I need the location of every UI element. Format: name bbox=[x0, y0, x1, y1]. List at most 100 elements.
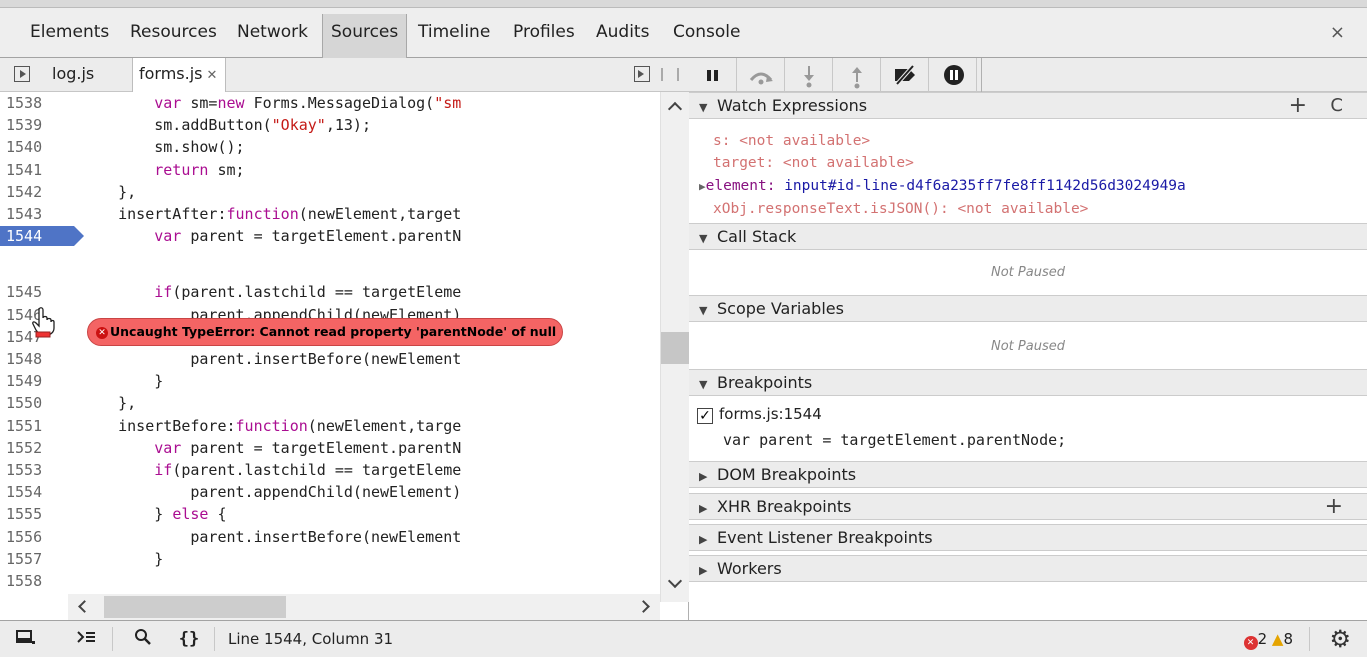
code-text: }, bbox=[82, 181, 136, 203]
scroll-up-icon[interactable] bbox=[667, 101, 683, 117]
line-number[interactable]: 1542 bbox=[6, 181, 68, 203]
expand-triangle-icon: ▶ bbox=[699, 533, 708, 546]
editor-vertical-scrollbar[interactable] bbox=[660, 92, 689, 602]
tab-audits[interactable]: Audits bbox=[596, 22, 649, 42]
line-number[interactable]: 1557 bbox=[6, 548, 68, 570]
breakpoint-checkbox[interactable]: ✓ bbox=[697, 408, 713, 424]
search-icon[interactable] bbox=[130, 627, 156, 651]
add-watch-button[interactable]: + bbox=[1289, 93, 1307, 118]
code-text: sm.show(); bbox=[82, 136, 244, 158]
code-token: { bbox=[208, 505, 227, 524]
error-count: 2 bbox=[1257, 630, 1268, 648]
xhr-breakpoints-header[interactable]: ▶ XHR Breakpoints + bbox=[689, 493, 1367, 520]
code-editor[interactable]: 1538 var sm=new Forms.MessageDialog("sm 1… bbox=[0, 92, 660, 602]
watch-value: <not available> bbox=[782, 155, 914, 171]
line-number[interactable]: 1549 bbox=[6, 370, 68, 392]
line-number[interactable]: 1545 bbox=[6, 281, 68, 303]
line-number[interactable]: 1540 bbox=[6, 136, 68, 158]
breakpoints-header[interactable]: ▼ Breakpoints bbox=[689, 369, 1367, 396]
tab-sources[interactable]: Sources bbox=[322, 14, 408, 58]
line-number[interactable]: 1552 bbox=[6, 437, 68, 459]
line-number[interactable]: 1551 bbox=[6, 415, 68, 437]
window-top-strip bbox=[0, 0, 1367, 8]
line-number[interactable]: 1558 bbox=[6, 570, 68, 592]
code-text: if(parent.lastchild == targetEleme bbox=[82, 459, 461, 481]
scroll-left-icon[interactable] bbox=[78, 600, 91, 613]
line-number[interactable]: 1554 bbox=[6, 481, 68, 503]
watch-item[interactable]: s: <not available> bbox=[713, 130, 870, 152]
code-text: var parent = targetElement.parentN bbox=[82, 437, 461, 459]
dom-breakpoints-header[interactable]: ▶ DOM Breakpoints bbox=[689, 461, 1367, 488]
line-number[interactable]: 1555 bbox=[6, 503, 68, 525]
code-text: parent.insertBefore(newElement bbox=[82, 348, 461, 370]
line-number[interactable]: 1538 bbox=[6, 92, 68, 114]
debugger-toggle-icon[interactable] bbox=[634, 66, 650, 82]
call-stack-header[interactable]: ▼ Call Stack bbox=[689, 223, 1367, 250]
line-number[interactable]: 1548 bbox=[6, 348, 68, 370]
tab-console[interactable]: Console bbox=[673, 22, 741, 42]
scroll-right-icon[interactable] bbox=[637, 600, 650, 613]
close-devtools-button[interactable]: × bbox=[1330, 22, 1345, 43]
expand-triangle-icon: ▶ bbox=[699, 564, 708, 577]
line-number[interactable]: 1543 bbox=[6, 203, 68, 225]
splitter-handle-icon[interactable] bbox=[661, 68, 679, 81]
line-number[interactable]: 1553 bbox=[6, 459, 68, 481]
gear-icon[interactable]: ⚙ bbox=[1329, 625, 1351, 653]
line-number[interactable]: 1539 bbox=[6, 114, 68, 136]
collapse-triangle-icon: ▼ bbox=[699, 304, 708, 317]
watch-expressions-header[interactable]: ▼ Watch Expressions + C bbox=[689, 92, 1367, 119]
watch-item[interactable]: ▶element: input#id-line-d4f6a235ff7fe8ff… bbox=[699, 175, 1186, 198]
vertical-scroll-thumb[interactable] bbox=[661, 332, 689, 364]
error-bubble: ✕ Uncaught TypeError: Cannot read propert… bbox=[87, 318, 564, 346]
watch-item[interactable]: xObj.responseText.isJSON(): <not availab… bbox=[713, 198, 1088, 220]
add-xhr-breakpoint-button[interactable]: + bbox=[1325, 494, 1343, 519]
code-token: parent.appendChild(newElement) bbox=[82, 483, 462, 502]
step-into-button[interactable] bbox=[785, 58, 833, 92]
code-token: ,13); bbox=[325, 116, 371, 135]
code-token: return bbox=[154, 160, 209, 179]
pretty-print-icon[interactable]: {} bbox=[176, 627, 202, 651]
line-number[interactable]: 1556 bbox=[6, 526, 68, 548]
console-drawer-icon[interactable] bbox=[74, 627, 100, 651]
watch-name: target bbox=[713, 155, 766, 171]
watch-name: element bbox=[705, 178, 767, 194]
tab-timeline[interactable]: Timeline bbox=[418, 22, 490, 42]
file-tab-log[interactable]: log.js bbox=[52, 64, 94, 83]
deactivate-breakpoints-button[interactable] bbox=[881, 58, 929, 92]
workers-header[interactable]: ▶ Workers bbox=[689, 555, 1367, 582]
scope-variables-header[interactable]: ▼ Scope Variables bbox=[689, 295, 1367, 322]
refresh-watch-button[interactable]: C bbox=[1330, 93, 1343, 118]
line-number[interactable]: 1541 bbox=[6, 159, 68, 181]
scroll-down-icon[interactable] bbox=[667, 573, 683, 589]
status-divider bbox=[112, 627, 113, 651]
expand-triangle-icon[interactable]: ▶ bbox=[699, 180, 706, 193]
close-tab-icon[interactable]: ✕ bbox=[207, 68, 218, 83]
file-tab-forms[interactable]: forms.js ✕ bbox=[132, 58, 227, 92]
error-warning-counter[interactable]: ✕ 2 ▲8 bbox=[1243, 630, 1293, 650]
line-number[interactable]: 1544 bbox=[6, 225, 68, 247]
tab-network[interactable]: Network bbox=[237, 22, 308, 42]
code-text: return sm; bbox=[82, 159, 245, 181]
code-token: } bbox=[82, 505, 173, 524]
watch-item[interactable]: target: <not available> bbox=[713, 152, 914, 174]
editor-horizontal-scrollbar[interactable] bbox=[68, 594, 660, 620]
tab-resources[interactable]: Resources bbox=[130, 22, 217, 42]
code-text: } bbox=[82, 370, 163, 392]
step-out-button[interactable] bbox=[833, 58, 881, 92]
file-tab-forms-label: forms.js bbox=[139, 64, 203, 83]
pause-on-exceptions-button[interactable] bbox=[929, 58, 977, 92]
code-token: sm; bbox=[208, 160, 245, 179]
tab-elements[interactable]: Elements bbox=[30, 22, 109, 42]
code-line: 1548 parent.insertBefore(newElement bbox=[0, 348, 660, 370]
event-listener-breakpoints-header[interactable]: ▶ Event Listener Breakpoints bbox=[689, 524, 1367, 551]
dock-icon[interactable] bbox=[12, 627, 38, 651]
breakpoint-location[interactable]: forms.js:1544 bbox=[719, 405, 822, 423]
horizontal-scroll-thumb[interactable] bbox=[104, 596, 286, 618]
line-number[interactable]: 1550 bbox=[6, 392, 68, 414]
step-over-button[interactable] bbox=[737, 58, 785, 92]
pause-button[interactable] bbox=[689, 58, 737, 92]
tab-profiles[interactable]: Profiles bbox=[513, 22, 575, 42]
navigator-toggle-icon[interactable] bbox=[14, 66, 30, 82]
code-token: Forms.MessageDialog( bbox=[244, 94, 435, 112]
